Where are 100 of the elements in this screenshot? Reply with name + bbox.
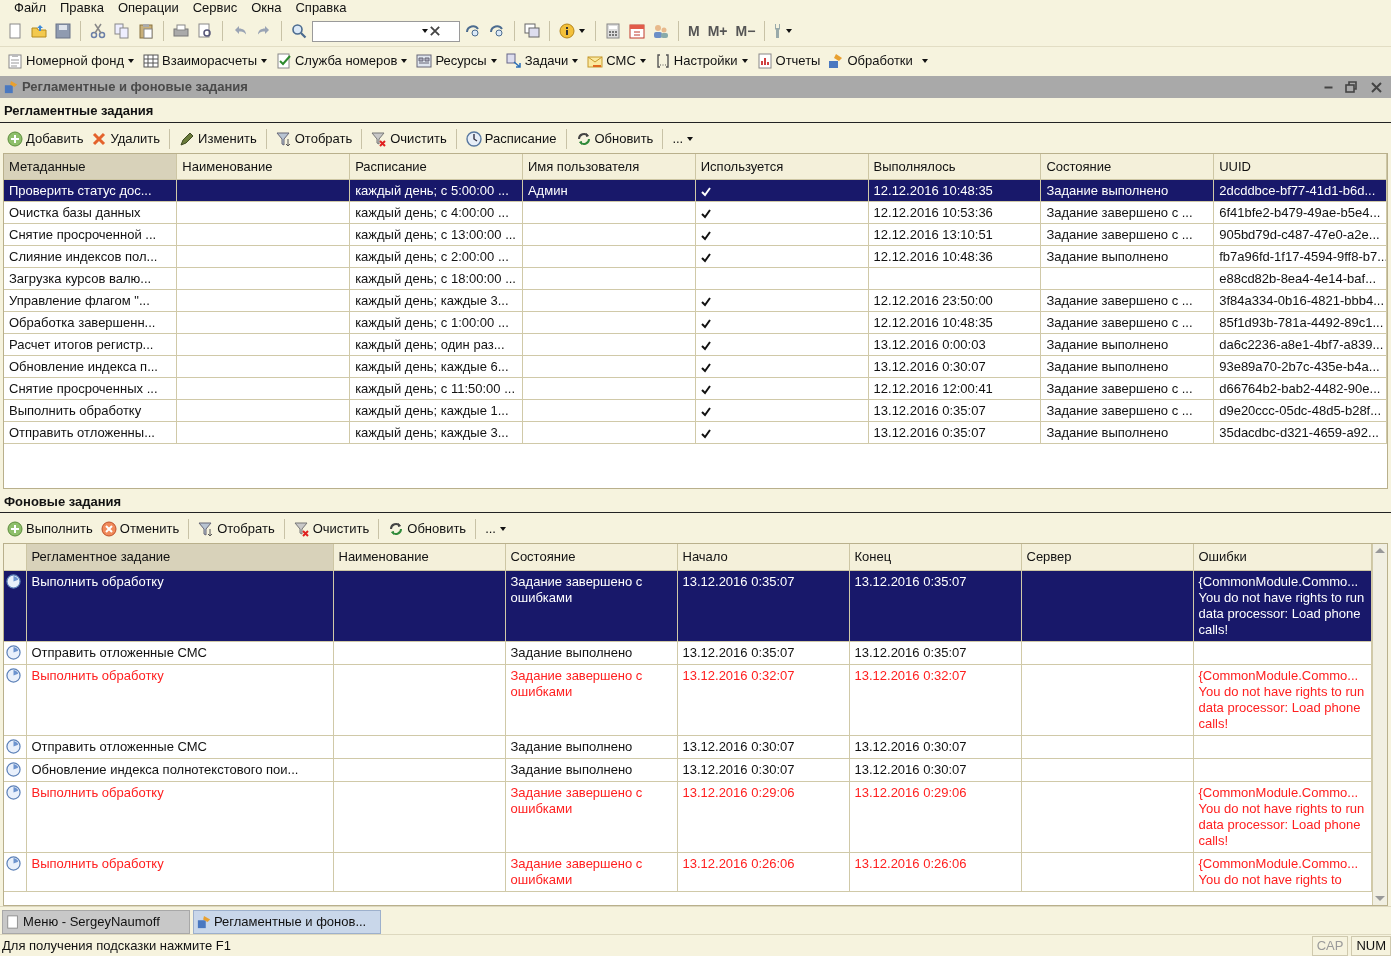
taskbar-tab[interactable]: Меню - SergeyNaumoff [2, 910, 190, 934]
caret-icon [421, 27, 429, 35]
table-row[interactable]: Снятие просроченной ... каждый день; с 13:00:00 ... 12.12.2016 13:10:51 Задание завершено с ... 905bd79d-c487-47e0-a2e... [4, 223, 1387, 246]
column-header[interactable]: Используется [695, 153, 869, 180]
table-cell: 12.12.2016 12:00:41 [868, 377, 1041, 400]
table-row[interactable]: Отправить отложенные СМС Задание выполнено 13.12.2016 0:35:07 13.12.2016 0:35:07 [4, 641, 1372, 664]
table-row[interactable]: Загрузка курсов валю... каждый день; с 18:00:00 ... e88cd82b-8ea4-4e14-baf... [4, 267, 1387, 290]
table-row[interactable]: Расчет итогов регистр... каждый день; один раз... 13.12.2016 0:00:03 Задание выполнено da6c2236-a8e1-4bf7-a839... [4, 333, 1387, 356]
toolbar-button[interactable]: Обновить [572, 127, 657, 150]
caret-icon [499, 525, 507, 533]
table-row[interactable]: Выполнить обработку Задание завершено с ошибками 13.12.2016 0:29:06 13.12.2016 0:29:06 {CommonModule.Commo... You do not have rights to run data processor: Load phone calls! [4, 781, 1372, 852]
toolbar-button[interactable]: Отобрать [195, 518, 278, 540]
table-cell: 6f41bfe2-b479-49ae-b5e4... [1213, 201, 1387, 224]
toolbar-button[interactable]: Добавить [4, 127, 87, 150]
toolbar-button[interactable]: Обновить [385, 518, 470, 540]
table-cell: 13.12.2016 0:35:07 [677, 570, 849, 641]
column-header[interactable]: Метаданные [4, 153, 177, 180]
open-button[interactable] [28, 22, 50, 40]
table-cell: Задание завершено с ... [1040, 399, 1214, 422]
calendar-button[interactable] [626, 22, 648, 40]
column-header[interactable]: Выполнялось [868, 153, 1041, 180]
menu-item[interactable]: Операции [117, 0, 179, 16]
scrollbar[interactable] [1372, 544, 1387, 905]
menu-item[interactable]: Справка [295, 0, 347, 16]
more-button[interactable]: ... [669, 127, 698, 150]
memory-button[interactable]: M− [732, 20, 759, 42]
toolbar-menu-button[interactable]: Ресурсы [413, 49, 501, 72]
table-row[interactable]: Отправить отложенные СМС Задание выполнено 13.12.2016 0:30:07 13.12.2016 0:30:07 [4, 735, 1372, 758]
column-header[interactable]: Наименование [176, 153, 350, 180]
table-row[interactable]: Обновление индекса полнотекстового пои... Задание выполнено 13.12.2016 0:30:07 13.12.2016 0:30:07 [4, 758, 1372, 781]
column-header[interactable]: Расписание [349, 153, 523, 180]
search-icon [291, 23, 307, 39]
table-row[interactable]: Выполнить обработку Задание завершено с ошибками 13.12.2016 0:26:06 13.12.2016 0:26:06 {CommonModule.Commo... You do not have rights to [4, 852, 1372, 891]
column-header[interactable]: Начало [677, 544, 849, 570]
table-cell: Задание выполнено [1040, 421, 1214, 444]
column-header[interactable]: Состояние [505, 544, 677, 570]
toolbar-button[interactable]: Отобрать [272, 127, 356, 150]
clock-icon [465, 130, 482, 147]
table-cell: {CommonModule.Commo... You do not have rights to [1193, 852, 1372, 891]
table-cell: 12.12.2016 13:10:51 [868, 223, 1041, 246]
column-header[interactable]: Конец [849, 544, 1021, 570]
caret-icon [578, 27, 586, 35]
table-row[interactable]: Выполнить обработку Задание завершено с ошибками 13.12.2016 0:32:07 13.12.2016 0:32:07 {CommonModule.Commo... You do not have rights to run data processor: Load phone calls! [4, 664, 1372, 735]
toolbar-button[interactable]: Очистить [368, 127, 450, 150]
toolbar-menu-button[interactable]: СМС [584, 49, 650, 72]
print-button[interactable] [170, 22, 192, 40]
table-row[interactable]: Снятие просроченных ... каждый день; с 11:50:00 ... 12.12.2016 12:00:41 Задание завершено с ... d66764b2-bab2-4482-90e... [4, 377, 1387, 400]
table-cell: {CommonModule.Commo... You do not have rights to run data processor: Load phone calls! [1193, 781, 1372, 852]
table-cell: 13.12.2016 0:32:07 [677, 664, 849, 735]
taskbar-tab[interactable]: Регламентные и фонов... [193, 910, 381, 934]
find-previous-icon [489, 23, 505, 39]
toolbar-menu-button[interactable]: Номерной фонд [4, 49, 138, 72]
column-header[interactable]: Регламентное задание [26, 544, 333, 570]
memory-button[interactable]: M+ [704, 20, 731, 42]
table-cell: e88cd82b-8ea4-4e14-baf... [1213, 267, 1387, 290]
table-cell: Расчет итогов регистр... [4, 333, 177, 356]
column-header[interactable]: Наименование [333, 544, 505, 570]
table-row[interactable]: Управление флагом "... каждый день; каждые 3... 12.12.2016 23:50:00 Задание завершено с ... 3f84a334-0b16-4821-bbb4... [4, 289, 1387, 312]
menu-item[interactable]: Окна [251, 0, 282, 16]
memory-button[interactable]: M [685, 20, 703, 42]
save-button[interactable] [52, 22, 74, 40]
table-cell: Админ [522, 179, 696, 202]
table-row[interactable]: Отправить отложенны... каждый день; каждые 3... 13.12.2016 0:35:07 Задание выполнено 35dacdbc-d321-4659-a92... [4, 421, 1387, 444]
windows-button[interactable] [521, 22, 543, 40]
table-row[interactable]: Выполнить обработку Задание завершено с ошибками 13.12.2016 0:35:07 13.12.2016 0:35:07 {CommonModule.Commo... You do not have rights to run data processor: Load phone calls! [4, 570, 1372, 641]
tasks-icon [505, 52, 522, 69]
table-cell: 13.12.2016 0:30:07 [677, 758, 849, 781]
toolbar-menu-button[interactable]: Задачи [502, 49, 583, 72]
toolbar-button[interactable]: Изменить [176, 127, 260, 150]
toolbar-menu-button[interactable]: Взаиморасчеты [140, 49, 271, 72]
toolbar-menu-button[interactable]: Отчеты [753, 49, 824, 72]
column-header[interactable]: Имя пользователя [522, 153, 696, 180]
table-cell: Задание завершено с ... [1040, 223, 1214, 246]
table-row[interactable]: Обработка завершенн... каждый день; с 1:00:00 ... 12.12.2016 10:48:35 Задание завершено с ... 85f1d93b-781a-4492-89c1... [4, 311, 1387, 334]
toolbar-button[interactable]: Очистить [290, 518, 373, 540]
paste-icon [138, 23, 154, 39]
more-button[interactable]: ... [482, 518, 510, 540]
table-row[interactable]: Проверить статус дос... каждый день; с 5:00:00 ... Админ 12.12.2016 10:48:35 Задание выполнено 2dcddbce-bf77-41d1-b6d... [4, 179, 1387, 202]
toolbar-button[interactable]: Отменить [97, 518, 183, 540]
column-header[interactable]: Ошибки [1193, 544, 1372, 570]
toolbar-menu-button[interactable]: Обработки [825, 49, 916, 72]
toolbar-button[interactable]: Выполнить [4, 518, 96, 540]
menu-item[interactable]: Правка [59, 0, 104, 16]
table-row[interactable]: Обновление индекса п... каждый день; каждые 6... 13.12.2016 0:30:07 Задание выполнено 93e89a70-2b7c-435e-b4a... [4, 355, 1387, 378]
column-header[interactable]: Состояние [1040, 153, 1214, 180]
search-field[interactable] [312, 20, 460, 42]
column-header[interactable]: Сервер [1021, 544, 1193, 570]
table-cell: da6c2236-a8e1-4bf7-a839... [1213, 333, 1387, 356]
toolbar-menu-button[interactable]: Служба номеров [273, 49, 412, 72]
menu-item[interactable]: Файл [14, 0, 46, 16]
table-cell: Выполнить обработку [4, 399, 177, 422]
table-row[interactable]: Очистка базы данных каждый день; с 4:00:00 ... 12.12.2016 10:53:36 Задание завершено с ... 6f41bfe2-b479-49ae-b5e4... [4, 201, 1387, 224]
table-row[interactable]: Выполнить обработку каждый день; каждые 1... 13.12.2016 0:35:07 Задание завершено с ... d9e20ccc-05dc-48d5-b28f... [4, 399, 1387, 422]
toolbar-menu-button[interactable]: Настройки [651, 49, 752, 72]
toolbar-button[interactable]: Расписание [462, 127, 560, 150]
menu-item[interactable]: Сервис [192, 0, 238, 16]
toolbar-button[interactable]: Удалить [88, 127, 164, 150]
column-header[interactable]: UUID [1213, 153, 1387, 180]
table-cell: Задание завершено с ошибками [505, 781, 677, 852]
pencil-icon [179, 130, 196, 147]
